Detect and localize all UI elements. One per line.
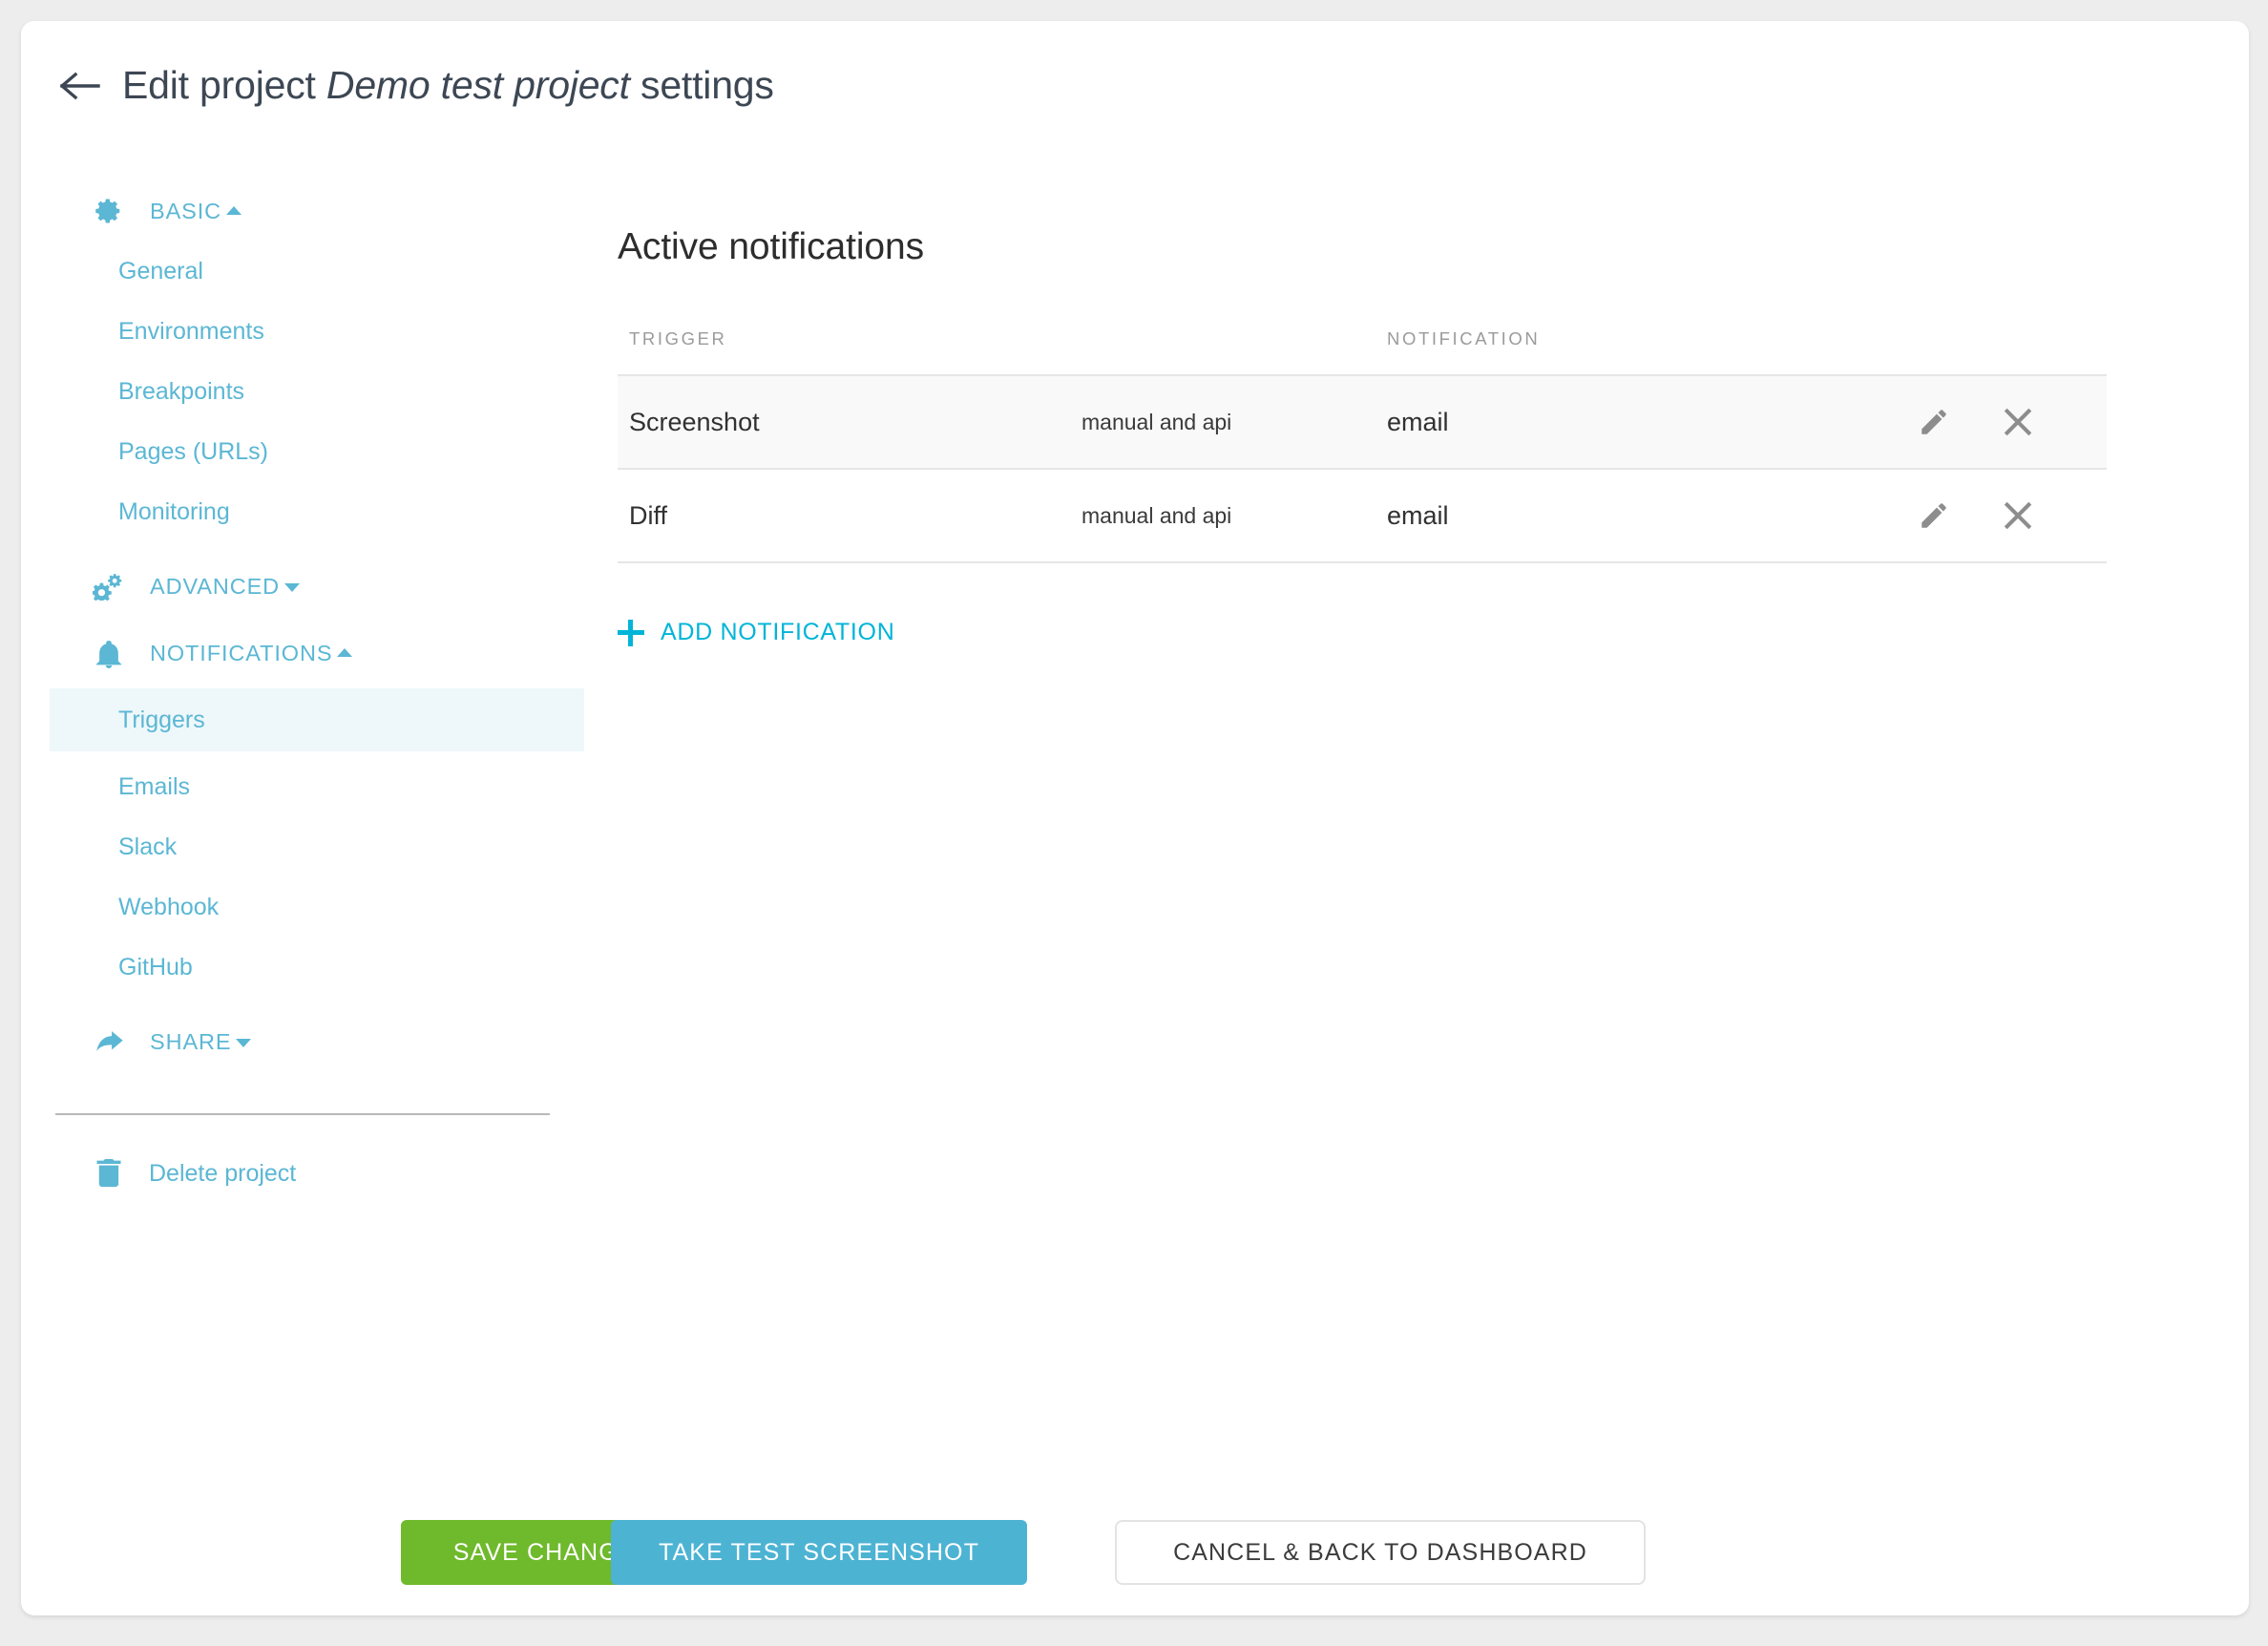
table-row: Diff manual and api email xyxy=(618,469,2107,563)
sidebar-divider xyxy=(55,1113,550,1115)
arrow-left-icon xyxy=(60,72,100,100)
cancel-back-to-dashboard-button[interactable]: CANCEL & BACK TO DASHBOARD xyxy=(1115,1520,1646,1585)
bell-icon xyxy=(93,637,125,669)
cell-actions xyxy=(1857,469,2107,563)
sidebar-item-webhook[interactable]: Webhook xyxy=(50,882,584,932)
sidebar-sublist-basic: General Environments Breakpoints Pages (… xyxy=(50,246,584,537)
add-notification-label: ADD NOTIFICATION xyxy=(661,619,895,645)
page-header: Edit project Demo test project settings xyxy=(59,63,774,108)
column-header-notification: NOTIFICATION xyxy=(1379,328,1857,376)
gear-icon xyxy=(93,195,125,227)
page-title: Edit project Demo test project settings xyxy=(122,63,774,108)
add-notification-button[interactable]: ADD NOTIFICATION xyxy=(618,619,894,646)
sidebar-group-label: NOTIFICATIONS xyxy=(150,641,353,666)
table-header-row: TRIGGER NOTIFICATION xyxy=(618,328,2107,376)
plus-icon xyxy=(618,619,644,646)
share-arrow-icon xyxy=(93,1025,125,1058)
trash-icon xyxy=(94,1158,124,1189)
main-content: Active notifications TRIGGER NOTIFICATIO… xyxy=(618,226,2107,651)
caret-down-icon xyxy=(236,1039,252,1048)
section-title: Active notifications xyxy=(618,226,924,267)
sidebar-group-label: SHARE xyxy=(150,1029,252,1055)
cell-notification: email xyxy=(1379,469,1857,563)
cell-trigger: Diff xyxy=(618,469,845,563)
sidebar-group-advanced[interactable]: ADVANCED xyxy=(50,559,584,614)
caret-down-icon xyxy=(284,583,301,593)
column-header-trigger: TRIGGER xyxy=(618,328,845,376)
cell-trigger: Screenshot xyxy=(618,375,845,470)
cell-actions xyxy=(1857,375,2107,470)
sidebar-group-basic[interactable]: BASIC xyxy=(50,183,584,239)
sidebar-item-environments[interactable]: Environments xyxy=(50,306,584,356)
column-header-mode xyxy=(845,328,1379,376)
sidebar-item-breakpoints[interactable]: Breakpoints xyxy=(50,367,584,416)
delete-project-label: Delete project xyxy=(149,1159,297,1187)
sidebar-item-triggers[interactable]: Triggers xyxy=(50,688,584,751)
sidebar-sublist-notifications: Triggers Emails Slack Webhook GitHub xyxy=(50,688,584,992)
sidebar-item-emails[interactable]: Emails xyxy=(50,762,584,812)
close-icon[interactable] xyxy=(1996,400,2040,444)
settings-sidebar: BASIC General Environments Breakpoints P… xyxy=(50,183,584,1201)
sidebar-item-monitoring[interactable]: Monitoring xyxy=(50,487,584,537)
caret-up-icon xyxy=(226,206,242,216)
table-row: Screenshot manual and api email xyxy=(618,375,2107,470)
cell-notification: email xyxy=(1379,375,1857,470)
sidebar-item-github[interactable]: GitHub xyxy=(50,942,584,992)
pencil-icon[interactable] xyxy=(1912,494,1956,538)
cell-mode: manual and api xyxy=(845,469,1379,563)
sidebar-group-notifications[interactable]: NOTIFICATIONS xyxy=(50,625,584,681)
page-title-prefix: Edit project xyxy=(122,63,316,107)
sidebar-item-pages-urls[interactable]: Pages (URLs) xyxy=(50,427,584,476)
column-header-actions xyxy=(1857,328,2107,376)
page-title-suffix: settings xyxy=(640,63,774,107)
delete-project-button[interactable]: Delete project xyxy=(50,1146,584,1201)
pencil-icon[interactable] xyxy=(1912,400,1956,444)
sidebar-item-general[interactable]: General xyxy=(50,246,584,296)
caret-up-icon xyxy=(337,648,353,658)
sidebar-group-share[interactable]: SHARE xyxy=(50,1014,584,1069)
back-button[interactable] xyxy=(59,65,101,107)
take-test-screenshot-button[interactable]: TAKE TEST SCREENSHOT xyxy=(611,1520,1027,1585)
sidebar-group-label: ADVANCED xyxy=(150,574,301,600)
sidebar-group-label: BASIC xyxy=(150,199,242,224)
footer-actions: SAVE CHANGES TAKE TEST SCREENSHOT CANCEL… xyxy=(21,1520,2249,1615)
table-head: TRIGGER NOTIFICATION xyxy=(618,328,2107,376)
table-body: Screenshot manual and api email Diff man… xyxy=(618,375,2107,563)
notifications-table: TRIGGER NOTIFICATION Screenshot manual a… xyxy=(618,328,2107,563)
sidebar-item-slack[interactable]: Slack xyxy=(50,822,584,872)
settings-card: Edit project Demo test project settings … xyxy=(21,21,2249,1615)
gears-icon xyxy=(93,570,125,602)
page-title-project: Demo test project xyxy=(326,63,630,107)
cell-mode: manual and api xyxy=(845,375,1379,470)
close-icon[interactable] xyxy=(1996,494,2040,538)
app-root: Edit project Demo test project settings … xyxy=(0,0,2268,1646)
